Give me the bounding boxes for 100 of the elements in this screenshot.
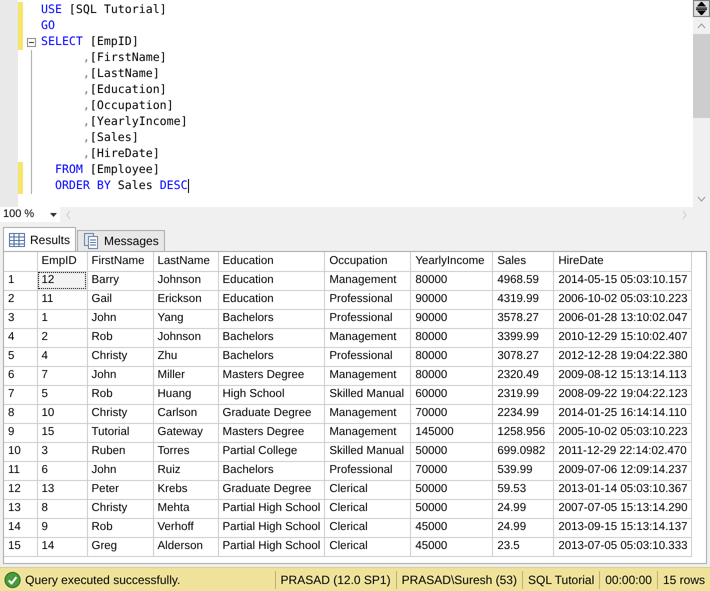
table-cell: 8 xyxy=(37,499,87,518)
table-cell: 15 xyxy=(37,423,87,442)
table-cell: Clerical xyxy=(324,480,411,499)
column-header[interactable]: Education xyxy=(218,252,325,271)
split-handle-icon[interactable] xyxy=(693,0,710,17)
grid-icon xyxy=(9,232,25,246)
table-cell: 80000 xyxy=(410,271,493,290)
success-check-icon xyxy=(4,570,22,588)
column-header[interactable]: LastName xyxy=(153,252,218,271)
status-field: PRASAD\Suresh (53) xyxy=(396,570,522,588)
table-cell: 13 xyxy=(37,480,87,499)
table-cell: 2012-12-28 19:04:22.380 xyxy=(554,347,692,366)
table-cell: 4968.59 xyxy=(492,271,554,290)
table-cell: 24.99 xyxy=(492,499,554,518)
table-cell: 5 xyxy=(37,385,87,404)
table-cell: Management xyxy=(324,404,411,423)
table-cell: 90000 xyxy=(410,290,493,309)
table-cell: Graduate Degree xyxy=(218,480,325,499)
code-line: FROM [Employee] xyxy=(54,161,160,178)
text-cursor xyxy=(188,179,189,193)
table-cell: Management xyxy=(324,366,411,385)
column-header[interactable]: EmpID xyxy=(37,252,87,271)
table-cell: Masters Degree xyxy=(218,366,325,385)
table-cell: 2008-09-22 19:04:22.123 xyxy=(554,385,692,404)
table-cell: Gateway xyxy=(153,423,218,442)
results-tab[interactable]: Messages xyxy=(77,230,165,251)
table-cell: 2319.99 xyxy=(492,385,554,404)
table-cell: 11 xyxy=(37,290,87,309)
table-cell: Christy xyxy=(87,404,153,423)
table-cell: 50000 xyxy=(410,442,493,461)
table-cell: 2009-08-12 15:13:14.113 xyxy=(554,366,692,385)
row-number: 3 xyxy=(4,309,37,328)
table-cell: Ruben xyxy=(87,442,153,461)
table-cell: 2014-01-25 16:14:14.110 xyxy=(554,404,692,423)
table-cell: Christy xyxy=(87,499,153,518)
results-tab[interactable]: Results xyxy=(3,227,76,251)
table-cell: 24.99 xyxy=(492,518,554,537)
row-number: 5 xyxy=(4,347,37,366)
table-cell: Huang xyxy=(153,385,218,404)
table-cell: 3399.99 xyxy=(492,328,554,347)
table-cell: 80000 xyxy=(410,347,493,366)
row-number: 1 xyxy=(4,271,37,290)
table-cell: Gail xyxy=(87,290,153,309)
table-cell: Krebs xyxy=(153,480,218,499)
column-header[interactable]: HireDate xyxy=(554,252,692,271)
table-cell: 2010-12-29 15:10:02.407 xyxy=(554,328,692,347)
zoom-dropdown[interactable]: 100 % xyxy=(0,207,60,222)
row-number: 2 xyxy=(4,290,37,309)
column-header[interactable]: YearlyIncome xyxy=(410,252,493,271)
scrollbar-thumb[interactable] xyxy=(693,34,710,118)
status-message: Query executed successfully. xyxy=(25,572,182,588)
table-cell: Peter xyxy=(87,480,153,499)
table-cell: 70000 xyxy=(410,461,493,480)
row-number: 7 xyxy=(4,385,37,404)
table-cell: Ruiz xyxy=(153,461,218,480)
table-cell: John xyxy=(87,366,153,385)
table-cell: Rob xyxy=(87,328,153,347)
table-cell: 6 xyxy=(37,461,87,480)
column-header[interactable]: FirstName xyxy=(87,252,153,271)
table-cell: 9 xyxy=(37,518,87,537)
document-icon xyxy=(83,233,100,249)
table-cell: 2013-09-15 15:13:14.137 xyxy=(554,518,692,537)
row-number: 8 xyxy=(4,404,37,423)
table-cell: Barry xyxy=(87,271,153,290)
row-number: 4 xyxy=(4,328,37,347)
table-cell: 2011-12-29 22:14:02.470 xyxy=(554,442,692,461)
table-cell: Tutorial xyxy=(87,423,153,442)
code-line: ,[HireDate] xyxy=(82,145,160,162)
table-cell: 12 xyxy=(37,271,87,290)
code-line: SELECT [EmpID] xyxy=(41,33,139,50)
table-cell: 699.0982 xyxy=(492,442,554,461)
table-cell: Rob xyxy=(87,385,153,404)
table-cell: Alderson xyxy=(153,537,218,556)
table-cell: 2007-07-05 15:13:14.290 xyxy=(554,499,692,518)
table-cell: Rob xyxy=(87,518,153,537)
table-cell: Education xyxy=(218,290,325,309)
table-cell: Bachelors xyxy=(218,347,325,366)
table-cell: 80000 xyxy=(410,366,493,385)
table-cell: Miller xyxy=(153,366,218,385)
column-header[interactable]: Occupation xyxy=(324,252,411,271)
table-cell: 3 xyxy=(37,442,87,461)
table-cell: Management xyxy=(324,271,411,290)
table-cell: Bachelors xyxy=(218,309,325,328)
column-header[interactable]: Sales xyxy=(492,252,554,271)
row-number: 9 xyxy=(4,423,37,442)
table-cell: 14 xyxy=(37,537,87,556)
status-field: PRASAD (12.0 SP1) xyxy=(274,570,396,588)
table-cell: High School xyxy=(218,385,325,404)
table-cell: Partial College xyxy=(218,442,325,461)
table-cell: 7 xyxy=(37,366,87,385)
table-cell: Masters Degree xyxy=(218,423,325,442)
code-line: ,[YearlyIncome] xyxy=(82,113,188,130)
table-cell: 539.99 xyxy=(492,461,554,480)
table-cell: 60000 xyxy=(410,385,493,404)
status-field: 15 rows xyxy=(656,570,710,588)
collapse-icon[interactable] xyxy=(26,38,36,46)
row-number: 10 xyxy=(4,442,37,461)
table-cell: 23.5 xyxy=(492,537,554,556)
table-cell: Education xyxy=(218,271,325,290)
table-cell: Johnson xyxy=(153,328,218,347)
